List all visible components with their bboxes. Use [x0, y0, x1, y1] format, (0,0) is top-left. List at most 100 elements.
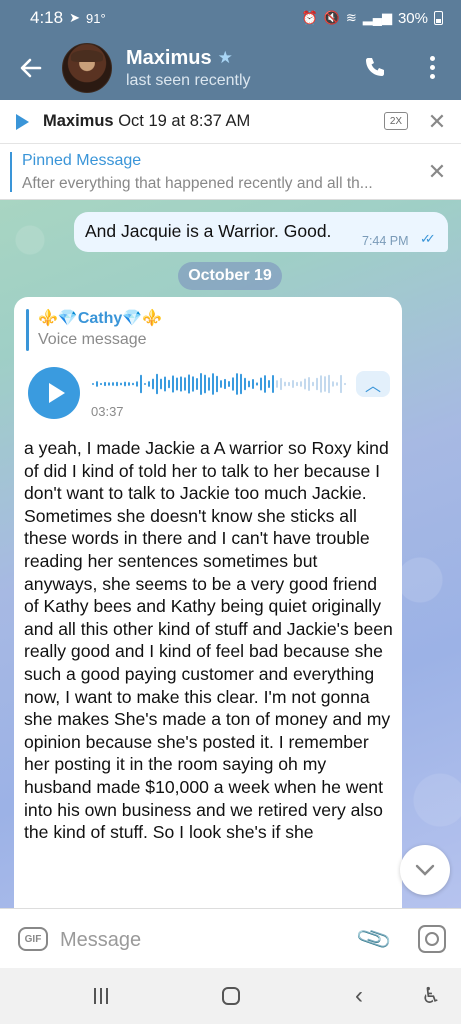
pinned-text: After everything that happened recently …	[22, 175, 373, 192]
outgoing-message-text: And Jacquie is a Warrior. Good.	[85, 221, 332, 241]
battery-icon	[434, 11, 443, 25]
signal-icon: ▂▄▆	[362, 10, 392, 25]
mute-icon: 🔇	[323, 10, 340, 25]
waveform-bar	[280, 377, 282, 391]
waveform-bar	[204, 374, 206, 394]
waveform-bar	[260, 377, 262, 391]
waveform-bar	[208, 377, 210, 391]
close-pinned-icon[interactable]: ✕	[426, 159, 448, 184]
play-icon[interactable]	[16, 113, 29, 130]
attachment-icon[interactable]: 📎	[354, 920, 393, 958]
status-time: 4:18	[30, 8, 64, 27]
outgoing-message[interactable]: And Jacquie is a Warrior. Good. 7:44 PM …	[74, 212, 448, 252]
waveform-bar	[256, 382, 258, 386]
message-input-bar: GIF 📎	[0, 908, 461, 968]
waveform-bar	[232, 377, 234, 391]
transcript-collapse-icon[interactable]: ︿	[356, 371, 390, 397]
status-bar: 4:18 ➤ 91° ⏰ 🔇 ≋ ▂▄▆ 30%	[0, 0, 461, 36]
more-menu-icon[interactable]	[418, 50, 446, 84]
waveform-bar	[168, 379, 170, 389]
waveform-bar	[288, 381, 290, 387]
waveform-bar	[116, 381, 118, 387]
playback-speed-button[interactable]: 2X	[384, 112, 408, 130]
date-separator: October 19	[178, 262, 282, 290]
system-back-icon[interactable]: ‹	[344, 982, 374, 1010]
camera-icon[interactable]	[418, 925, 446, 953]
avatar[interactable]	[62, 43, 112, 93]
waveform-bar	[248, 380, 250, 388]
voice-duration: 03:37	[91, 404, 124, 419]
home-icon[interactable]	[216, 982, 246, 1010]
player-date: Oct 19 at 8:37 AM	[118, 112, 251, 130]
waveform-bar	[336, 382, 338, 386]
phone-icon[interactable]	[358, 50, 392, 84]
waveform-bar	[92, 383, 94, 385]
voice-waveform[interactable]	[92, 371, 348, 397]
premium-star-icon: ★	[217, 48, 233, 67]
waveform-bar	[148, 381, 150, 387]
waveform-bar	[244, 377, 246, 391]
voice-play-button[interactable]	[28, 367, 80, 419]
back-arrow-icon[interactable]	[0, 36, 62, 100]
chat-header: Maximus ★ last seen recently	[0, 36, 461, 100]
waveform-bar	[304, 378, 306, 390]
recent-apps-icon[interactable]	[86, 982, 116, 1010]
waveform-bar	[100, 382, 102, 386]
waveform-bar	[220, 380, 222, 388]
contact-name: Maximus	[126, 46, 212, 69]
status-temperature: 91°	[86, 10, 106, 26]
waveform-bar	[340, 374, 342, 394]
waveform-bar	[320, 375, 322, 393]
waveform-bar	[332, 381, 334, 387]
pinned-indicator	[10, 152, 12, 192]
waveform-bar	[212, 373, 214, 395]
waveform-bar	[200, 373, 202, 395]
waveform-bar	[184, 377, 186, 391]
waveform-bar	[344, 382, 346, 386]
waveform-bar	[188, 374, 190, 394]
waveform-bar	[276, 380, 278, 388]
audio-player-bar[interactable]: Maximus Oct 19 at 8:37 AM 2X ✕	[0, 100, 461, 144]
waveform-bar	[216, 375, 218, 393]
pinned-title: Pinned Message	[22, 152, 142, 169]
waveform-bar	[152, 378, 154, 390]
alarm-icon: ⏰	[301, 10, 318, 25]
waveform-bar	[296, 381, 298, 387]
waveform-bar	[224, 378, 226, 390]
waveform-bar	[172, 375, 174, 393]
waveform-bar	[228, 380, 230, 388]
waveform-bar	[300, 381, 302, 387]
waveform-bar	[160, 378, 162, 390]
player-info: Maximus Oct 19 at 8:37 AM	[43, 112, 250, 131]
reply-author[interactable]: ⚜️💎Cathy💎⚜️	[38, 308, 162, 328]
voice-transcript: a yeah, I made Jackie a A warrior so Rox…	[24, 438, 393, 843]
pinned-message[interactable]: Pinned Message After everything that hap…	[0, 144, 461, 200]
read-checkmarks-icon: ✓✓	[420, 231, 436, 246]
waveform-bar	[264, 375, 266, 393]
waveform-bar	[128, 382, 130, 386]
chat-area[interactable]: And Jacquie is a Warrior. Good. 7:44 PM …	[0, 200, 461, 908]
system-nav-bar: ‹ ♿	[0, 968, 461, 1024]
waveform-bar	[272, 375, 274, 393]
waveform-bar	[324, 376, 326, 392]
contact-info[interactable]: Maximus ★ last seen recently	[126, 47, 251, 90]
waveform-bar	[120, 382, 122, 386]
waveform-bar	[108, 382, 110, 386]
waveform-bar	[176, 377, 178, 391]
gif-button[interactable]: GIF	[18, 927, 48, 951]
waveform-bar	[312, 381, 314, 387]
waveform-bar	[328, 374, 330, 394]
message-input[interactable]	[60, 925, 340, 955]
waveform-bar	[252, 378, 254, 390]
waveform-bar	[284, 381, 286, 387]
close-player-icon[interactable]: ✕	[426, 109, 448, 134]
waveform-bar	[236, 373, 238, 395]
waveform-bar	[180, 376, 182, 392]
waveform-bar	[124, 381, 126, 387]
incoming-voice-message[interactable]: ⚜️💎Cathy💎⚜️ Voice message 03:37 ︿ a yeah…	[14, 297, 402, 908]
accessibility-icon[interactable]: ♿	[416, 982, 446, 1010]
scroll-down-icon[interactable]	[400, 845, 450, 895]
waveform-bar	[104, 381, 106, 387]
waveform-bar	[156, 373, 158, 395]
reply-indicator	[26, 309, 29, 351]
